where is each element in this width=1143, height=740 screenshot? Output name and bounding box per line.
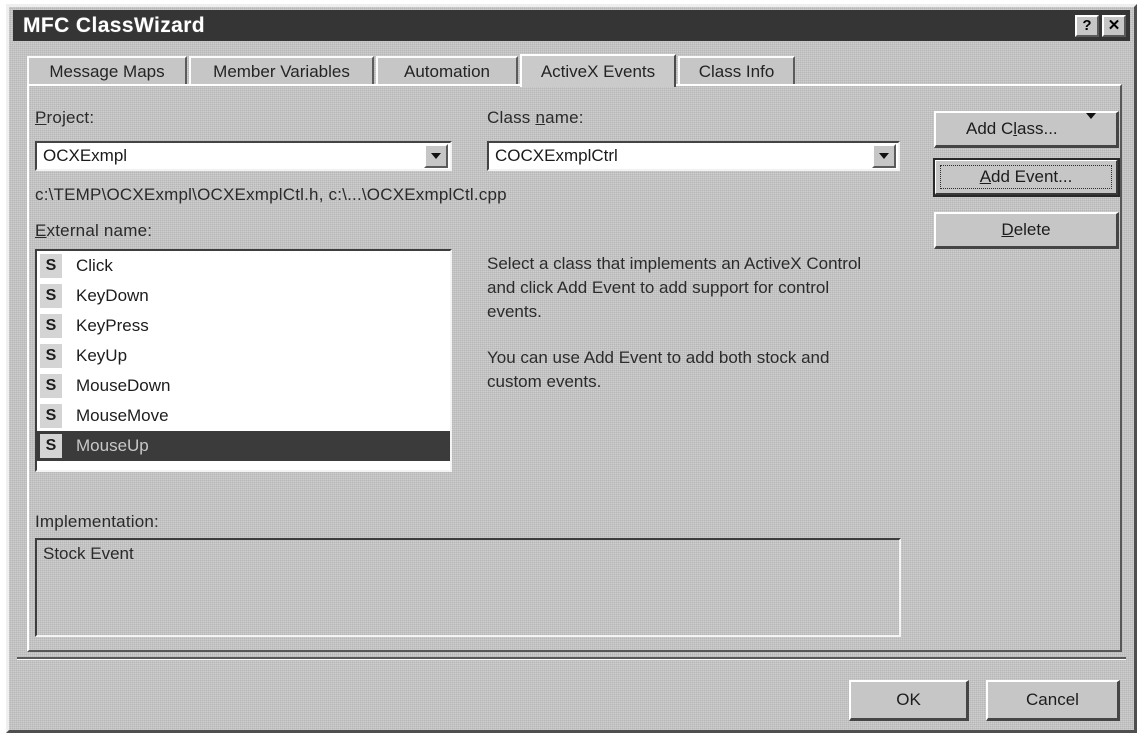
- delete-label: Delete: [1001, 220, 1050, 240]
- list-item-label: MouseMove: [76, 406, 169, 425]
- list-item-label: KeyUp: [76, 346, 128, 365]
- implementation-label: Implementation:: [35, 512, 159, 531]
- list-item[interactable]: S MouseDown: [37, 371, 450, 401]
- chevron-down-icon[interactable]: [872, 144, 896, 168]
- list-item[interactable]: S KeyPress: [37, 311, 450, 341]
- add-event-label: Add Event...: [980, 167, 1073, 187]
- list-item[interactable]: S MouseMove: [37, 401, 450, 431]
- class-name-label: Class name:: [487, 108, 584, 128]
- class-name-label-pre: Class: [487, 108, 536, 127]
- ok-button[interactable]: OK: [849, 680, 969, 721]
- delete-label-mnemonic: D: [1001, 220, 1014, 239]
- external-name-label-rest: xternal name:: [46, 221, 153, 240]
- stock-event-badge: S: [40, 434, 62, 458]
- dialog-surface: MFC ClassWizard ? ✕ Message Maps Member …: [9, 7, 1134, 730]
- add-class-label: Add Class...: [966, 119, 1058, 139]
- stock-event-badge: S: [40, 254, 62, 278]
- add-class-label-rest: ass...: [1017, 119, 1058, 138]
- add-event-button[interactable]: Add Event...: [933, 158, 1120, 197]
- file-path-text: c:\TEMP\OCXExmpl\OCXExmplCtl.h, c:\...\O…: [35, 185, 507, 204]
- external-name-label-mnemonic: E: [35, 221, 47, 240]
- stock-event-badge: S: [40, 284, 62, 308]
- title-bar-buttons: ? ✕: [1075, 14, 1130, 37]
- list-item-label: KeyPress: [76, 316, 149, 335]
- list-item[interactable]: S KeyDown: [37, 281, 450, 311]
- tab-class-info[interactable]: Class Info: [678, 56, 795, 85]
- class-name-label-mnemonic: n: [535, 108, 546, 127]
- stock-event-badge: S: [40, 404, 62, 428]
- tab-automation[interactable]: Automation: [376, 56, 518, 85]
- tab-message-maps[interactable]: Message Maps: [27, 56, 187, 85]
- class-name-combo-value: COCXExmplCtrl: [495, 146, 618, 165]
- screen: MFC ClassWizard ? ✕ Message Maps Member …: [0, 0, 1143, 740]
- add-event-label-mnemonic: A: [979, 167, 992, 186]
- help-icon[interactable]: ?: [1075, 14, 1099, 37]
- list-item-label: MouseDown: [76, 376, 171, 395]
- stock-event-badge: S: [40, 374, 62, 398]
- chevron-down-icon: [1086, 113, 1096, 139]
- window-title: MFC ClassWizard: [23, 13, 206, 37]
- stock-event-badge: S: [40, 344, 62, 368]
- close-icon[interactable]: ✕: [1102, 14, 1126, 37]
- implementation-value: Stock Event: [43, 544, 134, 563]
- tab-member-variables[interactable]: Member Variables: [189, 56, 374, 85]
- add-class-label-pre: Add C: [966, 119, 1014, 138]
- add-event-label-rest: dd Event...: [991, 167, 1073, 186]
- cancel-button[interactable]: Cancel: [986, 680, 1120, 721]
- implementation-panel: Stock Event: [35, 538, 901, 637]
- delete-label-rest: elete: [1013, 220, 1051, 239]
- project-combo-value: OCXExmpl: [43, 146, 128, 165]
- class-name-combo[interactable]: COCXExmplCtrl: [487, 141, 900, 171]
- tab-activex-events[interactable]: ActiveX Events: [520, 54, 676, 87]
- add-class-button[interactable]: Add Class...: [934, 111, 1119, 148]
- list-item[interactable]: S Click: [37, 251, 450, 281]
- mfc-classwizard-dialog: MFC ClassWizard ? ✕ Message Maps Member …: [6, 4, 1137, 733]
- title-bar: MFC ClassWizard ? ✕: [13, 10, 1130, 41]
- project-combo[interactable]: OCXExmpl: [35, 141, 452, 171]
- external-name-listbox[interactable]: S Click S KeyDown S KeyPress S KeyUp S M…: [35, 249, 452, 472]
- description-paragraph-2: You can use Add Event to add both stock …: [487, 348, 830, 391]
- tab-strip: Message Maps Member Variables Automation…: [27, 54, 1116, 87]
- delete-button[interactable]: Delete: [934, 212, 1119, 249]
- list-item-label: KeyDown: [76, 286, 149, 305]
- description-paragraph-1: Select a class that implements an Active…: [487, 254, 862, 321]
- list-item-label: Click: [76, 256, 113, 275]
- project-label-rest: roject:: [46, 108, 95, 127]
- description-text: Select a class that implements an Active…: [487, 252, 887, 394]
- list-item-selected[interactable]: S MouseUp: [37, 431, 450, 461]
- list-item[interactable]: S KeyUp: [37, 341, 450, 371]
- list-item-label: MouseUp: [76, 436, 149, 455]
- class-name-label-rest: ame:: [545, 108, 584, 127]
- project-label-mnemonic: P: [35, 108, 47, 127]
- external-name-label: External name:: [35, 221, 152, 241]
- chevron-down-icon[interactable]: [424, 144, 448, 168]
- project-label: Project:: [35, 108, 94, 128]
- stock-event-badge: S: [40, 314, 62, 338]
- bottom-separator: [17, 657, 1126, 660]
